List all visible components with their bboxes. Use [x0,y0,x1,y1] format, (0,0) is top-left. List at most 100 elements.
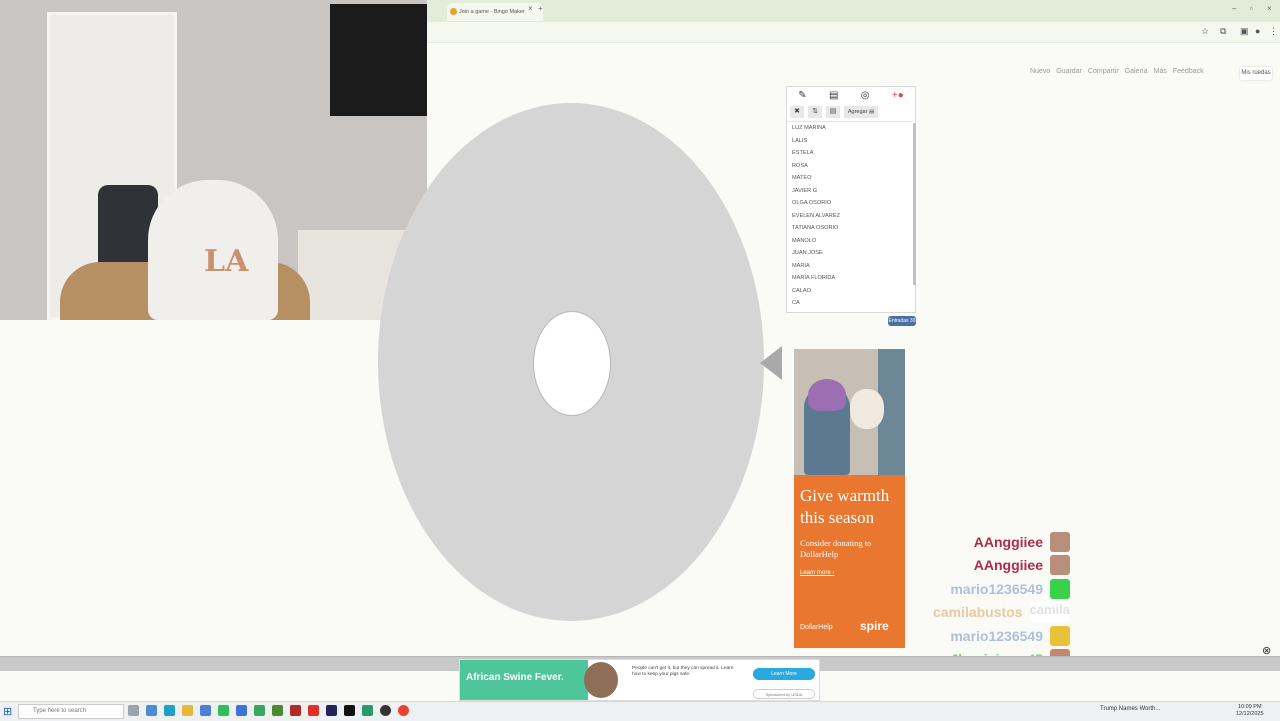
window-close-button[interactable]: × [1267,4,1272,13]
sort-button[interactable]: ⇅ [808,106,822,118]
webcam-tv [330,4,427,116]
taskbar-clock[interactable]: 10:09 PM 12/12/2025 [1236,704,1264,718]
chat-username: AAnggiiee [973,533,1043,550]
nav-nuevo[interactable]: Nuevo [1030,68,1050,80]
bookmark-star-icon[interactable]: ☆ [1201,26,1209,37]
nav-galeria[interactable]: Galería [1125,68,1148,80]
entry-line: LALIS [792,137,808,144]
nav-mas[interactable]: Más [1154,68,1167,80]
profile-icon[interactable]: ● [1255,26,1260,36]
ad-headline: Give warmth this season [800,486,890,527]
entry-line: CALAO [792,287,811,294]
panel-toolbar: ✖ ⇅ ▤ Agregar ▤ [790,106,878,118]
youtube-icon[interactable] [308,705,319,716]
edge-icon[interactable] [164,705,175,716]
mis-ruedas-button[interactable]: Mis ruedas [1240,67,1272,80]
add-color-icon[interactable]: +● [892,90,904,101]
obs-icon[interactable] [380,705,391,716]
ad-spire-logo: spire [860,619,889,633]
windows-taskbar: ⊞ Type here to search Trump Names Worth.… [0,701,1280,721]
webcam-overlay: LA [0,0,427,320]
clock-date: 12/12/2025 [1236,711,1264,717]
windows-start-icon[interactable]: ⊞ [3,705,12,718]
image-button[interactable]: ▤ [826,106,840,118]
store-icon[interactable] [200,705,211,716]
entry-line: ROSA [792,162,808,169]
chat-message: AAnggiiee [900,530,1070,554]
edit-pencil-icon[interactable]: ✎ [798,90,806,101]
entries-textarea[interactable]: LUZ MARINA LALIS ESTELA ROSA MATEO JAVIER G OL… [787,121,913,312]
entry-line: ESTELA [792,150,814,156]
extension-icon[interactable]: ⧉ [1220,26,1226,37]
shuffle-button[interactable]: ✖ [790,106,804,118]
banner-learn-more-button[interactable]: Learn More [753,668,815,680]
taskbar-search-input[interactable]: Type here to search [18,704,124,719]
chat-avatar-icon [1050,625,1070,646]
browser-tab-bar: Join a game - Bingo Maker × + – ▫ × [427,0,1280,22]
banner-sponsor-button[interactable]: Sponsored by USDA [753,689,815,699]
explorer-icon[interactable] [182,705,193,716]
entry-line: JAVIER G [792,187,818,194]
chat-username: mario1236549 [950,627,1043,644]
entry-line: MARIA [792,262,810,269]
ad-photo-dog [850,389,884,429]
chat-username: camilabustos [933,604,1023,621]
new-tab-button[interactable]: + [538,4,543,13]
panel-tabs: ✎ ▤ ◎ +● [787,87,915,103]
taskbar-news-widget[interactable]: Trump Names Worth... [1100,706,1160,712]
dollarhelp-ad[interactable]: Give warmth this season Consider donatin… [794,349,905,648]
hat-logo: LA [204,244,249,279]
nav-guardar[interactable]: Guardar [1056,68,1082,80]
menu-icon[interactable]: ⋮ [1269,26,1278,37]
entry-line: MARIA FLORIDA [792,275,836,281]
app-blue-icon[interactable] [326,705,337,716]
chrome-icon[interactable] [254,705,265,716]
entry-line: MANOLO [792,237,817,244]
chat-avatar-icon [1050,578,1070,599]
entry-line: EVELEN ALVAREZ [792,212,840,219]
chat-message: camilabustos camila [900,601,1070,625]
banner-title: African Swine Fever. [466,672,564,683]
ad-photo-beanie [808,379,846,411]
bottom-banner-ad[interactable]: African Swine Fever. People can't get it… [459,659,820,701]
chat-avatar-icon [1050,555,1070,576]
entry-line: OLGA OSORIO [792,200,832,206]
app-green-icon[interactable] [362,705,373,716]
sidebar-icon[interactable]: ▣ [1240,26,1249,37]
wheel-center-button[interactable] [533,311,611,416]
chat-message: AAnggiiee [900,554,1070,578]
window-maximize-button[interactable]: ▫ [1250,4,1253,13]
entry-line: CA [792,300,800,306]
close-ad-icon[interactable]: ⊗ [1262,644,1271,657]
banner-pig-image [584,662,618,698]
agregar-button[interactable]: Agregar ▤ [844,106,878,118]
chat-username: mario1236549 [950,580,1043,597]
hide-eye-icon[interactable]: ◎ [861,90,870,101]
nav-compartir[interactable]: Compartir [1088,68,1119,80]
messenger-icon[interactable] [236,705,247,716]
chat-avatar-icon [1050,531,1070,552]
copilot-icon[interactable] [146,705,157,716]
entries-scrollbar[interactable] [913,123,916,285]
tab-title: Join a game - Bingo Maker [459,9,525,15]
whatsapp-icon[interactable] [218,705,229,716]
ad-learn-more-link[interactable]: Learn more › [800,570,834,576]
chat-username: AAnggiiee [973,557,1043,574]
nav-feedback[interactable]: Feedback [1173,68,1204,80]
capcut-icon[interactable] [344,705,355,716]
wheel-pointer-icon [760,346,782,380]
minecraft-icon[interactable] [272,705,283,716]
wheel-top-nav: Nuevo Guardar Compartir Galería Más Feed… [1030,68,1204,80]
address-bar[interactable]: ☆ ⧉ ▣ ● ⋮ [427,22,1280,43]
tab-close-button[interactable]: × [528,4,533,13]
tab-favicon-icon [450,8,457,15]
window-minimize-button[interactable]: – [1232,4,1236,13]
clipboard-icon[interactable]: ▤ [829,90,838,101]
entry-line: MATEO [792,175,812,181]
task-view-icon[interactable] [128,705,139,716]
app-red-icon[interactable] [290,705,301,716]
entry-line: TATIANA OSORIO [792,225,839,231]
chat-message: mario1236549 [900,577,1070,601]
chrome-active-icon[interactable] [398,705,409,716]
ad-photo [794,349,905,475]
